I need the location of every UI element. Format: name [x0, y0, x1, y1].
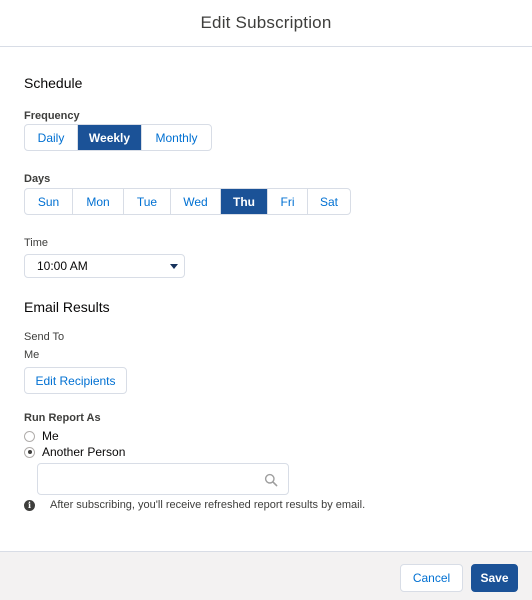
- day-wed-button[interactable]: Wed: [171, 189, 221, 214]
- dialog-title: Edit Subscription: [200, 13, 332, 32]
- dialog-header: Edit Subscription: [0, 0, 532, 47]
- person-search-input[interactable]: [37, 463, 289, 495]
- run-as-me-radio[interactable]: [24, 430, 35, 442]
- send-to-label: Send To: [24, 331, 65, 343]
- frequency-weekly-button[interactable]: Weekly: [78, 125, 142, 150]
- info-icon: i: [24, 499, 35, 511]
- run-report-as-label: Run Report As: [24, 412, 101, 424]
- days-button-group: Sun Mon Tue Wed Thu Fri Sat: [24, 188, 351, 215]
- send-to-value: Me: [24, 349, 40, 361]
- edit-recipients-button[interactable]: Edit Recipients: [24, 367, 127, 394]
- day-thu-button[interactable]: Thu: [221, 189, 268, 214]
- save-button[interactable]: Save: [471, 564, 518, 592]
- day-mon-button[interactable]: Mon: [73, 189, 124, 214]
- time-select[interactable]: 10:00 AM: [24, 254, 185, 278]
- run-as-another-person-option[interactable]: Another Person: [24, 445, 125, 459]
- frequency-label: Frequency: [24, 110, 80, 122]
- run-as-another-person-label: Another Person: [42, 445, 126, 459]
- chevron-down-icon: [170, 264, 178, 269]
- run-as-another-person-radio[interactable]: [24, 446, 35, 458]
- email-results-section-title: Email Results: [24, 299, 110, 315]
- frequency-button-group: Daily Weekly Monthly: [24, 124, 212, 151]
- time-label: Time: [24, 237, 49, 249]
- run-as-me-option[interactable]: Me: [24, 429, 59, 443]
- time-select-value: 10:00 AM: [37, 259, 88, 273]
- schedule-section-title: Schedule: [24, 75, 83, 91]
- dialog-footer: Cancel Save: [0, 551, 532, 600]
- info-message: i After subscribing, you'll receive refr…: [24, 499, 365, 511]
- days-label: Days: [24, 173, 51, 185]
- run-as-me-label: Me: [42, 429, 59, 443]
- day-tue-button[interactable]: Tue: [124, 189, 171, 214]
- info-text: After subscribing, you'll receive refres…: [50, 499, 366, 511]
- search-icon: [264, 473, 278, 487]
- day-fri-button[interactable]: Fri: [268, 189, 308, 214]
- frequency-daily-button[interactable]: Daily: [25, 125, 78, 150]
- frequency-monthly-button[interactable]: Monthly: [142, 125, 211, 150]
- cancel-button[interactable]: Cancel: [400, 564, 463, 592]
- day-sat-button[interactable]: Sat: [308, 189, 350, 214]
- day-sun-button[interactable]: Sun: [25, 189, 73, 214]
